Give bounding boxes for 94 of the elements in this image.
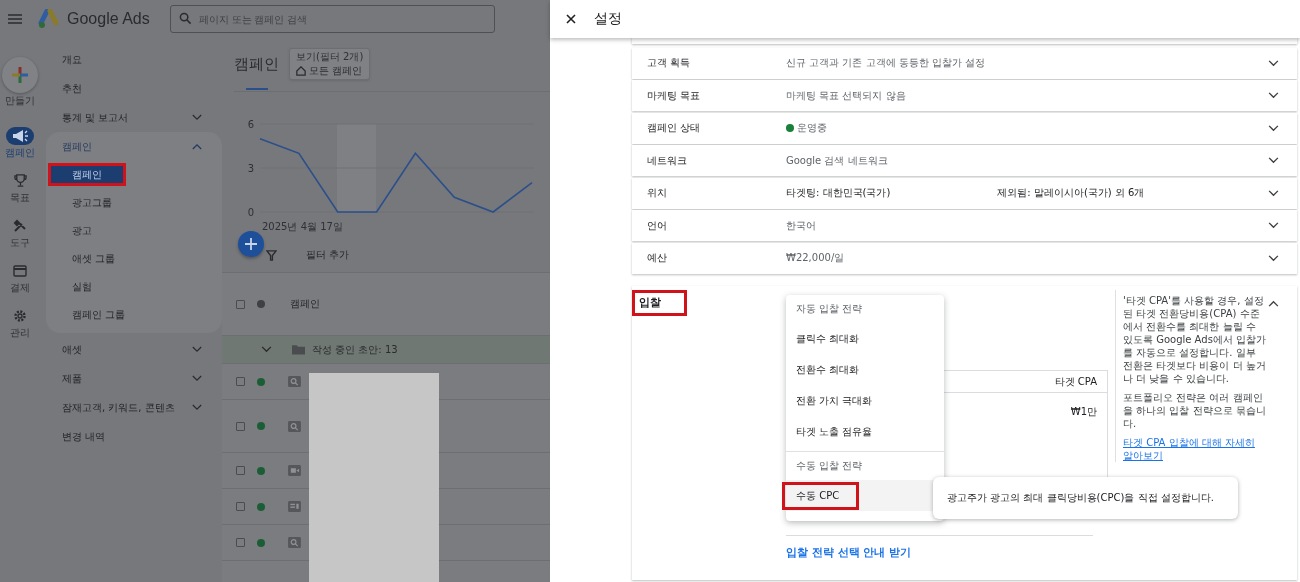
status-header-icon	[257, 300, 265, 308]
nav-group-header[interactable]: 제품	[46, 364, 222, 393]
chart-tab-indicator	[246, 88, 268, 90]
home-icon	[296, 66, 306, 76]
settings-row[interactable]: 언어 한국어	[632, 210, 1297, 241]
nav-item[interactable]: 추천	[46, 74, 222, 103]
chevron-down-icon	[261, 346, 272, 353]
credit-card-icon	[13, 264, 27, 277]
close-icon[interactable]	[566, 14, 576, 24]
learn-more-link[interactable]: 타겟 CPA 입찰에 대해 자세히 알아보기	[1123, 436, 1267, 462]
tools-icon	[13, 218, 27, 233]
menu-item[interactable]: 수동 CPC	[782, 481, 860, 510]
megaphone-icon	[12, 128, 28, 143]
nav-item[interactable]: 변경 내역	[46, 422, 222, 451]
status-dot	[257, 377, 265, 386]
row-checkbox[interactable]	[236, 421, 245, 431]
folder-icon	[292, 344, 305, 355]
nav-item[interactable]: 애셋 그룹	[46, 245, 216, 273]
chevron-down-icon	[192, 375, 202, 382]
y-tick-label: 0	[247, 207, 254, 218]
status-dot	[257, 502, 265, 511]
nav-item[interactable]: 캠페인	[48, 163, 126, 186]
nav-item[interactable]: 개요	[46, 45, 222, 74]
nav-item[interactable]: 캠페인 그룹	[46, 301, 216, 329]
settings-row[interactable]: 마케팅 목표 마케팅 목표 선택되지 않음	[632, 80, 1297, 111]
campaigns-nav-button[interactable]: 캠페인	[5, 123, 35, 163]
status-dot	[257, 466, 265, 475]
logo-icon	[38, 9, 62, 29]
settings-row[interactable]: 네트워크 Google 검색 네트워크	[632, 145, 1297, 176]
trophy-icon	[13, 174, 27, 187]
chevron-down-icon	[1268, 157, 1279, 164]
menu-item[interactable]: 전환수 최대화	[786, 355, 880, 384]
chevron-down-icon	[192, 114, 202, 121]
nav-item[interactable]: 광고그룹	[46, 189, 216, 217]
settings-row[interactable]: 고객 획득 신규 고객과 기존 고객에 동등한 입찰가 설정	[632, 47, 1297, 79]
nav-item[interactable]: 실험	[46, 273, 216, 301]
nav-group-header[interactable]: 캠페인	[46, 132, 222, 161]
admin-nav-button[interactable]: 관리	[6, 303, 34, 343]
help-text: '타겟 CPA'를 사용할 경우, 설정된 타겟 전환당비용(CPA) 수준에서 전환수를 최대한 늘릴 수 있도록 Google Ads에서 입찰가를 자동으로 설정합니다. 일부 전환은 타겟보다 비용이 더 높거나 더 낮을 수 있습니다.	[1123, 294, 1267, 385]
settings-row[interactable]: 예산 ₩22,000/일	[632, 242, 1297, 274]
settings-row[interactable]: 위치 타겟팅: 대한민국(국가) 제외됨: 말레이시아(국가) 외 6개	[632, 177, 1297, 209]
menu-icon[interactable]	[8, 14, 22, 24]
y-tick-label: 6	[247, 119, 254, 130]
help-text: 포트폴리오 전략은 여러 캠페인을 하나의 입찰 전략으로 묶습니다.	[1123, 391, 1267, 430]
app-name: Google Ads	[67, 10, 150, 28]
row-checkbox[interactable]	[236, 466, 245, 475]
chevron-down-icon	[1268, 254, 1279, 262]
chevron-down-icon	[1268, 59, 1279, 67]
menu-section-header: 수동 입찰 전략	[796, 459, 863, 473]
column-header: 타겟 CPA	[1054, 374, 1097, 389]
column-header: 캠페인	[290, 297, 320, 311]
nav-group-header[interactable]: 통계 및 보고서	[46, 103, 222, 132]
row-checkbox[interactable]	[236, 502, 245, 511]
select-all-checkbox[interactable]	[236, 299, 245, 309]
x-axis-label: 2025년 4월 17일	[262, 221, 343, 232]
menu-item[interactable]: 클릭수 최대화	[786, 324, 880, 353]
search-icon	[178, 12, 192, 25]
menu-section-header: 자동 입찰 전략	[796, 302, 863, 316]
chevron-down-icon	[1268, 124, 1279, 132]
group-row[interactable]: 작성 중인 초안: 13	[222, 336, 550, 364]
view-selector[interactable]: 보기(필터 2개) 모든 캠페인	[289, 48, 371, 80]
table-cell: ₩1만	[1070, 405, 1097, 419]
status-dot	[257, 538, 265, 547]
row-checkbox[interactable]	[236, 538, 245, 547]
guide-link[interactable]: 입찰 전략 선택 안내 받기	[786, 545, 912, 560]
page-title: 캠페인	[234, 54, 279, 74]
chevron-up-icon	[192, 143, 202, 150]
add-button[interactable]	[238, 231, 264, 257]
y-tick-label: 3	[247, 163, 254, 174]
collapse-icon[interactable]	[1268, 300, 1279, 307]
menu-item[interactable]: 타겟 노출 점유율	[786, 417, 893, 446]
row-checkbox[interactable]	[236, 377, 245, 386]
goals-nav-button[interactable]: 목표	[6, 168, 34, 208]
chevron-down-icon	[1268, 222, 1279, 229]
filter-icon[interactable]	[266, 249, 277, 261]
plus-icon	[10, 64, 30, 85]
nav-item[interactable]: 광고	[46, 217, 216, 245]
panel-title: 설정	[594, 10, 622, 28]
tooltip: 광고주가 광고의 최대 클릭당비용(CPC)을 직접 설정합니다.	[933, 477, 1238, 519]
nav-group-header[interactable]: 잠재고객, 키워드, 콘텐츠	[46, 393, 222, 422]
add-filter-button[interactable]: 필터 추가	[306, 248, 350, 262]
section-label: 입찰	[632, 290, 687, 316]
chevron-down-icon	[192, 404, 202, 411]
plus-icon	[245, 238, 257, 250]
chevron-down-icon	[192, 346, 202, 353]
gear-icon	[13, 308, 27, 323]
tools-nav-button[interactable]: 도구	[6, 213, 34, 253]
settings-row[interactable]: 캠페인 상태 운영중	[632, 112, 1297, 144]
chevron-down-icon	[1268, 92, 1279, 99]
chevron-down-icon	[1268, 189, 1279, 197]
nav-group-header[interactable]: 애셋	[46, 335, 222, 364]
menu-item[interactable]: 전환 가치 극대화	[786, 386, 893, 415]
billing-nav-button[interactable]: 결제	[6, 258, 34, 298]
status-dot	[257, 422, 265, 430]
